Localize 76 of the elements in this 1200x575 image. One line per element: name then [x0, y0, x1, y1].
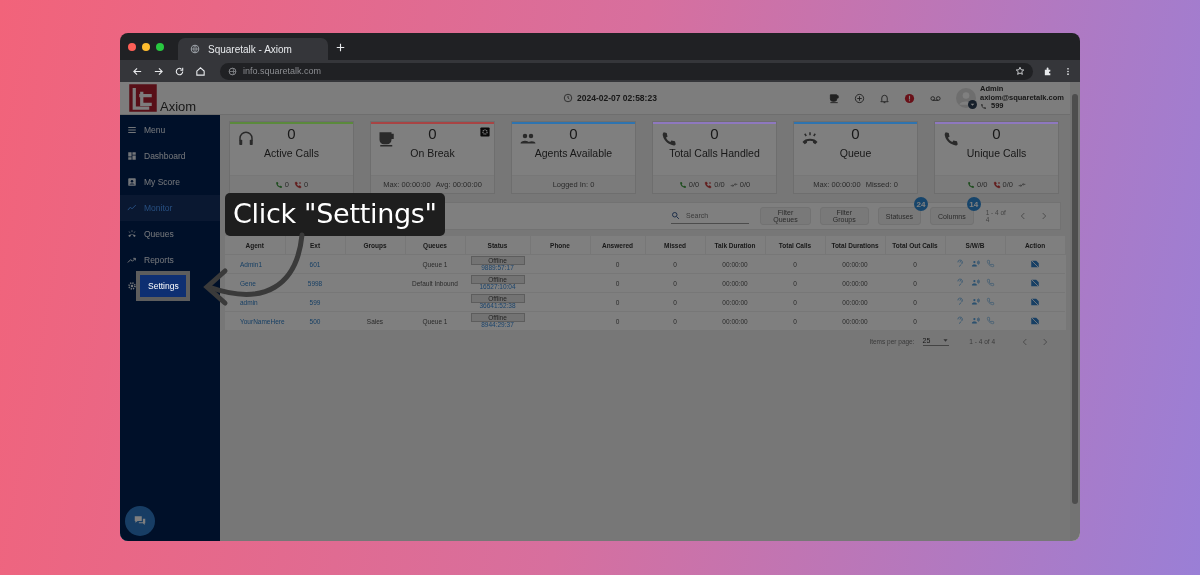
chart-line-icon — [127, 255, 137, 265]
stat-label: On Break — [410, 147, 455, 159]
missed-call-icon — [992, 180, 1001, 189]
missed-call-icon — [294, 180, 302, 189]
count-badge: 24 — [914, 197, 929, 211]
speaking-person-icon[interactable] — [970, 278, 980, 287]
globe-icon — [190, 44, 200, 54]
headset-icon — [237, 130, 255, 148]
stat-label: Unique Calls — [966, 147, 1027, 159]
stat-label: Active Calls — [264, 147, 319, 159]
scrollbar[interactable] — [1070, 82, 1080, 541]
star-icon[interactable] — [1015, 66, 1025, 76]
phone-icon — [660, 130, 678, 148]
sidebar-item[interactable]: Reports — [120, 247, 220, 273]
transfer-icon — [729, 180, 738, 189]
speaking-person-icon[interactable] — [970, 316, 980, 325]
phone-icon — [942, 130, 960, 148]
phone-icon[interactable] — [985, 259, 995, 268]
stat-value: 0 — [851, 125, 860, 142]
settings-icon — [127, 281, 137, 291]
back-icon[interactable] — [132, 65, 143, 77]
chat-button[interactable] — [125, 506, 155, 536]
stat-label: Agents Available — [534, 147, 613, 159]
phone-icon[interactable] — [985, 316, 995, 325]
search-icon — [671, 211, 680, 220]
alert-icon[interactable] — [904, 92, 915, 104]
missed-call-icon — [704, 180, 713, 189]
answered-call-icon — [274, 180, 283, 189]
home-icon[interactable] — [195, 65, 206, 77]
chevron-right-icon — [1040, 212, 1048, 220]
add-icon[interactable] — [854, 92, 865, 104]
hangup-icon — [127, 229, 137, 239]
caret-icon — [942, 337, 950, 344]
address-bar[interactable]: info.squaretalk.com — [220, 62, 1033, 80]
globe-icon — [228, 66, 237, 76]
phone-icon[interactable] — [985, 297, 995, 306]
date-time: 2024-02-07 02:58:23 — [577, 93, 657, 103]
chevron-right-icon — [1041, 337, 1049, 346]
menu-icon — [127, 125, 137, 135]
chevron-left-icon — [1019, 212, 1027, 220]
coffee-cup-icon — [378, 130, 396, 148]
person-card-icon — [127, 177, 137, 187]
stat-value: 0 — [710, 125, 719, 142]
coffee-icon[interactable] — [829, 92, 840, 104]
count-badge: 14 — [966, 197, 981, 211]
sidebar-item[interactable]: Menu — [120, 117, 220, 143]
browser-tab[interactable]: Squaretalk - Axiom — [178, 38, 328, 60]
chat-icon — [133, 514, 147, 528]
grid-icon — [127, 151, 137, 161]
answered-call-icon — [678, 180, 687, 189]
transfer-icon — [1017, 180, 1026, 189]
sidebar-item[interactable]: My Score — [120, 169, 220, 195]
phone-icon — [980, 103, 987, 111]
speaking-person-icon[interactable] — [970, 259, 980, 268]
answered-call-icon — [967, 180, 976, 189]
dropdown-icon[interactable] — [968, 100, 977, 109]
settings-icon[interactable] — [480, 127, 490, 137]
phone-icon[interactable] — [985, 278, 995, 287]
stat-label: Total Calls Handled — [669, 147, 760, 159]
stat-label: Queue — [839, 147, 872, 159]
clock-icon — [563, 93, 573, 103]
sidebar-item[interactable]: Queues — [120, 221, 220, 247]
more-icon[interactable] — [1064, 65, 1072, 77]
tooltip-callout: Click "Settings" — [225, 193, 445, 236]
chart-line-icon — [127, 203, 137, 213]
forward-icon[interactable] — [153, 65, 164, 77]
stat-value: 0 — [992, 125, 1001, 142]
chevron-left-icon — [1021, 337, 1029, 346]
bell-icon[interactable] — [879, 92, 890, 104]
sidebar-item[interactable]: Dashboard — [120, 143, 220, 169]
stat-value: 0 — [287, 125, 296, 142]
stat-value: 0 — [569, 125, 578, 142]
logo-text: Axiom — [160, 100, 197, 113]
reload-icon[interactable] — [174, 65, 185, 77]
speaking-person-icon[interactable] — [970, 297, 980, 306]
stat-value: 0 — [428, 125, 437, 142]
